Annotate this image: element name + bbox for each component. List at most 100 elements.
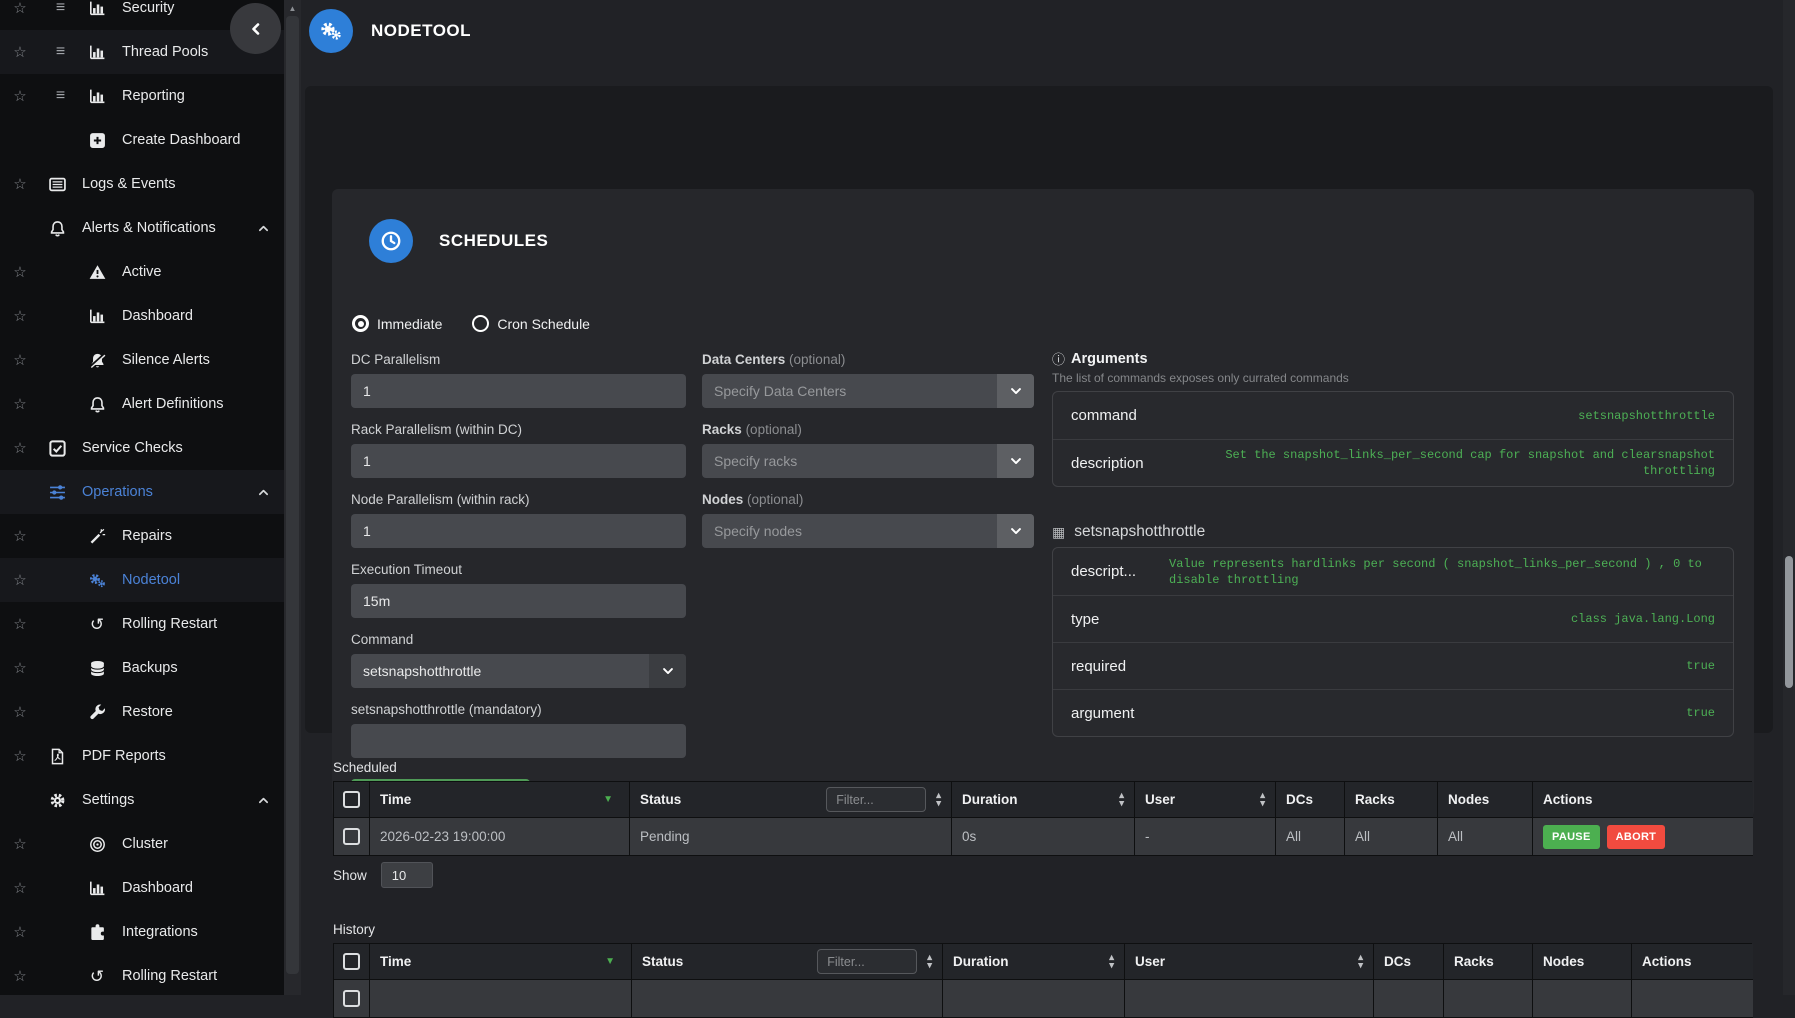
sidebar-item-pdf-reports[interactable]: ☆PDF Reports — [0, 734, 284, 778]
rack-parallelism-within-dc-input[interactable] — [351, 444, 686, 478]
data-centers-select[interactable]: Specify Data Centers — [702, 374, 1034, 408]
sidebar-item-active[interactable]: ☆Active — [0, 250, 284, 294]
sort-icon[interactable]: ▴▾ — [1109, 954, 1114, 969]
sidebar-item-dashboard[interactable]: ☆Dashboard — [0, 294, 284, 338]
col-user[interactable]: User▴▾ — [1125, 944, 1374, 980]
scroll-up-icon[interactable]: ▲ — [284, 0, 301, 13]
sort-icon[interactable]: ▴▾ — [1260, 792, 1265, 807]
racks-select[interactable]: Specify racks — [702, 444, 1034, 478]
col-duration[interactable]: Duration▴▾ — [952, 782, 1135, 818]
star-icon[interactable]: ☆ — [0, 263, 40, 281]
node-parallelism-within-rack-input[interactable] — [351, 514, 686, 548]
col-racks[interactable]: Racks — [1345, 782, 1438, 818]
select-all-checkbox[interactable] — [343, 953, 360, 970]
sidebar-item-rolling-restart[interactable]: ☆↺Rolling Restart — [0, 954, 284, 995]
star-icon[interactable]: ☆ — [0, 967, 40, 985]
star-icon[interactable]: ☆ — [0, 351, 40, 369]
sidebar-item-alert-definitions[interactable]: ☆Alert Definitions — [0, 382, 284, 426]
sidebar-item-silence-alerts[interactable]: ☆Silence Alerts — [0, 338, 284, 382]
sidebar-item-repairs[interactable]: ☆Repairs — [0, 514, 284, 558]
col-nodes[interactable]: Nodes — [1533, 944, 1632, 980]
sort-icon[interactable]: ▴▾ — [936, 792, 941, 807]
sidebar-item-settings[interactable]: Settings — [0, 778, 284, 822]
row-checkbox[interactable] — [343, 990, 360, 1007]
status-filter-input[interactable] — [826, 787, 926, 812]
sidebar-item-service-checks[interactable]: ☆Service Checks — [0, 426, 284, 470]
star-icon[interactable]: ☆ — [0, 659, 40, 677]
sort-icon[interactable]: ▴▾ — [1119, 792, 1124, 807]
select-all-checkbox[interactable] — [343, 791, 360, 808]
table-row[interactable]: 2026-02-23 19:00:00Pending0s-AllAllAllPA… — [334, 818, 1751, 856]
col-dcs[interactable]: DCs — [1276, 782, 1345, 818]
star-icon[interactable]: ☆ — [0, 439, 40, 457]
drag-handle-icon[interactable]: ≡ — [40, 43, 80, 61]
chevron-up-icon[interactable] — [257, 486, 270, 499]
col-actions[interactable]: Actions — [1533, 782, 1753, 818]
command-select[interactable]: setsnapshotthrottle — [351, 654, 686, 688]
col-nodes[interactable]: Nodes — [1438, 782, 1533, 818]
dc-parallelism-input[interactable] — [351, 374, 686, 408]
col-actions[interactable]: Actions — [1632, 944, 1753, 980]
sidebar-collapse-button[interactable] — [230, 3, 281, 54]
col-time[interactable]: Time▼ — [370, 782, 630, 818]
sidebar-item-alerts-notifications[interactable]: Alerts & Notifications — [0, 206, 284, 250]
drag-handle-icon[interactable]: ≡ — [40, 87, 80, 105]
star-icon[interactable]: ☆ — [0, 307, 40, 325]
sort-desc-icon[interactable]: ▼ — [605, 956, 615, 967]
star-icon[interactable]: ☆ — [0, 571, 40, 589]
abort-button[interactable]: ABORT — [1607, 825, 1666, 849]
page-scrollbar-thumb[interactable] — [1785, 556, 1793, 688]
star-icon[interactable]: ☆ — [0, 747, 40, 765]
sort-desc-icon[interactable]: ▼ — [603, 794, 613, 805]
table-row[interactable] — [334, 980, 1751, 1018]
drag-handle-icon[interactable]: ≡ — [40, 0, 80, 17]
sidebar-item-logs-events[interactable]: ☆Logs & Events — [0, 162, 284, 206]
col-user[interactable]: User▴▾ — [1135, 782, 1276, 818]
star-icon[interactable]: ☆ — [0, 923, 40, 941]
star-icon[interactable]: ☆ — [0, 175, 40, 193]
sidebar-item-integrations[interactable]: ☆Integrations — [0, 910, 284, 954]
star-icon[interactable]: ☆ — [0, 835, 40, 853]
chevron-down-icon[interactable] — [649, 654, 686, 688]
sidebar-item-cluster[interactable]: ☆Cluster — [0, 822, 284, 866]
execution-timeout-input[interactable] — [351, 584, 686, 618]
show-count-input[interactable] — [381, 862, 433, 888]
sidebar-item-backups[interactable]: ☆Backups — [0, 646, 284, 690]
star-icon[interactable]: ☆ — [0, 43, 40, 61]
star-icon[interactable]: ☆ — [0, 0, 40, 17]
star-icon[interactable]: ☆ — [0, 879, 40, 897]
radio-circle-icon[interactable] — [472, 315, 489, 332]
col-status[interactable]: Status▴▾ — [630, 782, 952, 818]
chevron-down-icon[interactable] — [997, 444, 1034, 478]
nodes-select[interactable]: Specify nodes — [702, 514, 1034, 548]
col-status[interactable]: Status▴▾ — [632, 944, 943, 980]
star-icon[interactable]: ☆ — [0, 395, 40, 413]
star-icon[interactable]: ☆ — [0, 527, 40, 545]
pause-button[interactable]: PAUSE — [1543, 825, 1600, 849]
radio-circle-icon[interactable] — [352, 315, 369, 332]
sidebar-item-reporting[interactable]: ☆≡Reporting — [0, 74, 284, 118]
sidebar-scrollbar-thumb[interactable] — [286, 16, 299, 974]
radio-cron-schedule[interactable]: Cron Schedule — [472, 315, 590, 332]
star-icon[interactable]: ☆ — [0, 615, 40, 633]
page-scrollbar[interactable] — [1783, 0, 1795, 995]
sidebar-item-dashboard[interactable]: ☆Dashboard — [0, 866, 284, 910]
col-racks[interactable]: Racks — [1444, 944, 1533, 980]
sidebar-item-create-dashboard[interactable]: Create Dashboard — [0, 118, 284, 162]
sort-icon[interactable]: ▴▾ — [1358, 954, 1363, 969]
sidebar-item-operations[interactable]: Operations — [0, 470, 284, 514]
setsnapshotthrottle-mandatory-input[interactable] — [351, 724, 686, 758]
radio-immediate[interactable]: Immediate — [352, 315, 442, 332]
star-icon[interactable]: ☆ — [0, 87, 40, 105]
row-checkbox[interactable] — [343, 828, 360, 845]
col-time[interactable]: Time▼ — [370, 944, 632, 980]
col-duration[interactable]: Duration▴▾ — [943, 944, 1125, 980]
col-dcs[interactable]: DCs — [1374, 944, 1444, 980]
sidebar-item-restore[interactable]: ☆Restore — [0, 690, 284, 734]
star-icon[interactable]: ☆ — [0, 703, 40, 721]
status-filter-input[interactable] — [817, 949, 917, 974]
chevron-up-icon[interactable] — [257, 222, 270, 235]
chevron-up-icon[interactable] — [257, 794, 270, 807]
chevron-down-icon[interactable] — [997, 374, 1034, 408]
sort-icon[interactable]: ▴▾ — [927, 954, 932, 969]
